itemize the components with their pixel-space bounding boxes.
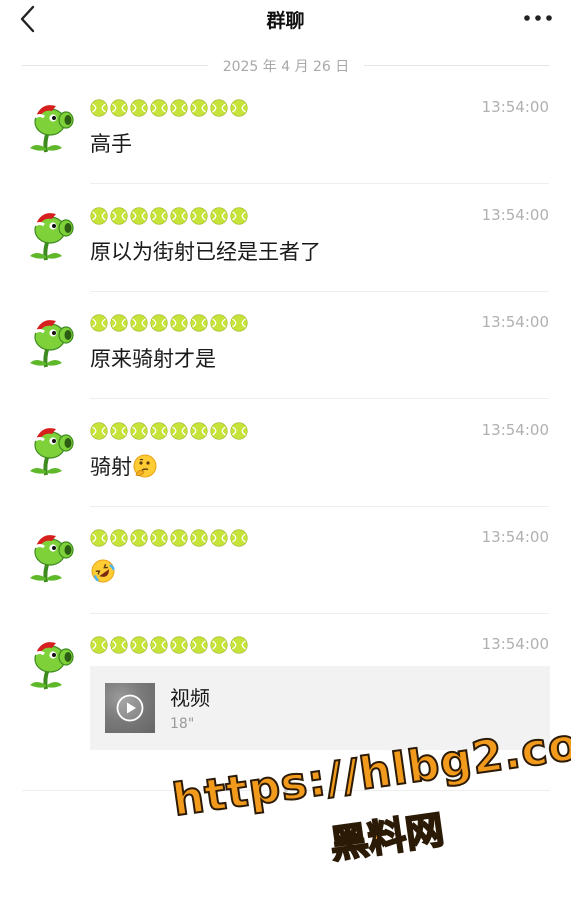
video-duration: 18"	[170, 716, 195, 732]
tennis-ball-icon	[210, 636, 228, 654]
sender-nickname[interactable]	[90, 313, 248, 333]
rolling-laughing-face-icon	[90, 558, 116, 589]
tennis-ball-icon	[230, 422, 248, 440]
tennis-ball-icon	[170, 207, 188, 225]
tennis-ball-icon	[130, 314, 148, 332]
tennis-ball-icon	[110, 529, 128, 547]
message-time: 13:54:00	[481, 98, 549, 116]
play-icon	[116, 694, 144, 722]
message-text[interactable]: 原以为街射已经是王者了	[90, 236, 321, 266]
message-time: 13:54:00	[481, 206, 549, 224]
message-time: 13:54:00	[481, 313, 549, 331]
tennis-ball-icon	[230, 529, 248, 547]
tennis-ball-icon	[110, 99, 128, 117]
tennis-ball-icon	[130, 636, 148, 654]
tennis-ball-icon	[170, 99, 188, 117]
tennis-ball-icon	[230, 314, 248, 332]
message-text[interactable]: 高手	[90, 128, 132, 158]
peashooter-santa-hat-icon[interactable]	[22, 421, 78, 477]
message-divider	[90, 506, 549, 507]
message-divider	[90, 183, 549, 184]
tennis-ball-icon	[230, 207, 248, 225]
tennis-ball-icon	[150, 529, 168, 547]
tennis-ball-icon	[90, 529, 108, 547]
thinking-face-icon	[132, 453, 158, 484]
divider-line	[364, 65, 550, 66]
peashooter-santa-hat-icon[interactable]	[22, 528, 78, 584]
tennis-ball-icon	[210, 422, 228, 440]
tennis-ball-icon	[90, 207, 108, 225]
tennis-ball-icon	[230, 99, 248, 117]
tennis-ball-icon	[170, 636, 188, 654]
message-text-content: 骑射	[90, 455, 132, 479]
tennis-ball-icon	[150, 422, 168, 440]
tennis-ball-icon	[190, 422, 208, 440]
date-divider: 2025 年 4 月 26 日	[22, 56, 550, 76]
message-time: 13:54:00	[481, 421, 549, 439]
message-divider	[90, 613, 549, 614]
message-text[interactable]	[90, 558, 116, 589]
watermark-name: 黑料网	[327, 806, 448, 867]
video-thumbnail[interactable]	[105, 683, 155, 733]
tennis-ball-icon	[110, 314, 128, 332]
peashooter-santa-hat-icon[interactable]	[22, 635, 78, 691]
sender-nickname[interactable]	[90, 421, 248, 441]
sender-nickname[interactable]	[90, 206, 248, 226]
chevron-left-icon	[20, 5, 35, 33]
tennis-ball-icon	[130, 422, 148, 440]
sender-nickname[interactable]	[90, 635, 248, 655]
tennis-ball-icon	[150, 314, 168, 332]
tennis-ball-icon	[150, 207, 168, 225]
tennis-ball-icon	[230, 636, 248, 654]
tennis-ball-icon	[210, 529, 228, 547]
message-text[interactable]: 原来骑射才是	[90, 343, 216, 373]
tennis-ball-icon	[90, 99, 108, 117]
date-label: 2025 年 4 月 26 日	[222, 59, 350, 75]
page-title: 群聊	[266, 10, 305, 32]
tennis-ball-icon	[130, 207, 148, 225]
tennis-ball-icon	[170, 422, 188, 440]
tennis-ball-icon	[150, 636, 168, 654]
tennis-ball-icon	[170, 314, 188, 332]
peashooter-santa-hat-icon[interactable]	[22, 206, 78, 262]
tennis-ball-icon	[170, 529, 188, 547]
sender-nickname[interactable]	[90, 98, 248, 118]
message-time: 13:54:00	[481, 528, 549, 546]
tennis-ball-icon	[190, 636, 208, 654]
message-divider	[90, 398, 549, 399]
tennis-ball-icon	[210, 207, 228, 225]
tennis-ball-icon	[90, 422, 108, 440]
message-text[interactable]: 骑射	[90, 451, 158, 484]
tennis-ball-icon	[130, 99, 148, 117]
tennis-ball-icon	[90, 636, 108, 654]
tennis-ball-icon	[110, 636, 128, 654]
tennis-ball-icon	[210, 99, 228, 117]
tennis-ball-icon	[210, 314, 228, 332]
video-title: 视频	[170, 686, 210, 710]
back-button[interactable]	[14, 4, 44, 34]
tennis-ball-icon	[150, 99, 168, 117]
tennis-ball-icon	[190, 207, 208, 225]
sender-nickname[interactable]	[90, 528, 248, 548]
tennis-ball-icon	[110, 207, 128, 225]
tennis-ball-icon	[190, 314, 208, 332]
peashooter-santa-hat-icon[interactable]	[22, 98, 78, 154]
peashooter-santa-hat-icon[interactable]	[22, 313, 78, 369]
tennis-ball-icon	[190, 529, 208, 547]
tennis-ball-icon	[130, 529, 148, 547]
tennis-ball-icon	[110, 422, 128, 440]
top-bar: 群聊	[0, 0, 571, 38]
message-time: 13:54:00	[481, 635, 549, 653]
ellipsis-icon	[524, 15, 552, 21]
tennis-ball-icon	[190, 99, 208, 117]
tennis-ball-icon	[90, 314, 108, 332]
message-divider	[90, 291, 549, 292]
more-button[interactable]	[521, 8, 555, 28]
